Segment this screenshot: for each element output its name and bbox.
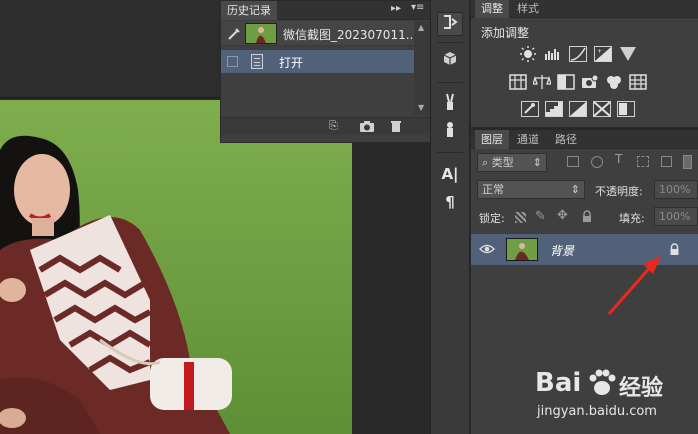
history-step-checkbox[interactable] — [227, 56, 238, 67]
levels-icon[interactable] — [544, 46, 562, 62]
new-document-from-state-icon[interactable]: ⎘ — [329, 119, 343, 133]
filter-smart-object-icon[interactable] — [661, 156, 672, 167]
adjustments-heading: 添加调整 — [481, 26, 530, 40]
document-window-strip — [0, 0, 220, 98]
brush-presets-icon[interactable] — [437, 92, 463, 116]
adjustments-tabbar: 调整 样式 — [471, 0, 698, 18]
color-lookup-icon[interactable] — [629, 74, 647, 90]
watermark-brand: Bai — [535, 368, 582, 398]
annotation-arrow — [607, 256, 661, 315]
history-scrollbar[interactable]: ▲ ▼ — [414, 21, 430, 115]
panel-menu-icon[interactable]: ▾≡ — [411, 2, 427, 17]
gradient-map-icon[interactable] — [593, 101, 611, 117]
document-icon — [251, 54, 263, 69]
curves-icon[interactable] — [569, 46, 587, 62]
photo-canvas[interactable] — [0, 100, 352, 434]
filter-shape-layer-icon[interactable] — [637, 156, 649, 167]
paragraph-panel-icon[interactable]: ¶ — [437, 190, 463, 214]
opacity-input[interactable]: 100% — [654, 180, 698, 199]
camera-icon[interactable] — [359, 119, 375, 133]
threshold-icon[interactable] — [569, 101, 587, 117]
vibrance-icon[interactable] — [619, 46, 637, 62]
tab-channels[interactable]: 通道 — [511, 130, 545, 149]
layer-filter-kind: 类型 — [491, 156, 514, 169]
history-panel-icon[interactable] — [437, 12, 463, 36]
hue-saturation-icon[interactable] — [509, 74, 527, 90]
invert-icon[interactable] — [521, 101, 539, 117]
layers-tabbar: 图层 通道 路径 — [471, 130, 698, 149]
exposure-icon[interactable]: + — [594, 46, 612, 62]
posterize-icon[interactable] — [545, 101, 563, 117]
eye-icon[interactable] — [479, 243, 495, 255]
filter-pixel-layer-icon[interactable] — [567, 156, 579, 167]
channel-mixer-icon[interactable] — [605, 74, 623, 90]
snapshot-label: 微信截图_202307011... — [283, 28, 418, 42]
chevron-updown-icon: ⇕ — [532, 156, 542, 169]
tab-styles[interactable]: 样式 — [511, 0, 545, 18]
layer-filter-select[interactable]: ⌕ 类型 ⇕ — [477, 153, 547, 172]
layer-thumbnail — [506, 238, 538, 261]
history-step-open[interactable]: 打开 — [221, 50, 414, 73]
fill-value: 100% — [659, 210, 691, 223]
watermark-brand-tail: 经验 — [619, 376, 664, 401]
history-footer: ⎘ — [221, 117, 430, 135]
lock-all-icon[interactable] — [581, 210, 593, 223]
svg-text:+: + — [597, 48, 602, 55]
filter-toggle-icon[interactable] — [683, 155, 692, 169]
tab-layers[interactable]: 图层 — [475, 130, 509, 149]
lock-transparent-pixels-icon[interactable] — [515, 212, 526, 223]
layer-name: 背景 — [550, 244, 575, 258]
filter-adjustment-layer-icon[interactable] — [591, 156, 603, 168]
tab-paths[interactable]: 路径 — [549, 130, 583, 149]
clone-source-icon[interactable] — [437, 120, 463, 144]
brightness-contrast-icon[interactable] — [519, 46, 537, 62]
snapshot-thumbnail — [245, 23, 277, 44]
lock-position-icon[interactable]: ✥ — [557, 208, 568, 223]
collapse-panel-icon[interactable]: ▸▸ — [391, 3, 401, 14]
3d-object-icon[interactable] — [437, 50, 463, 74]
history-snapshot-row[interactable]: 微信截图_202307011... — [221, 21, 430, 46]
history-brush-source-icon[interactable] — [227, 27, 241, 41]
opacity-label: 不透明度: — [595, 185, 643, 198]
history-step-label: 打开 — [279, 56, 304, 70]
character-panel-icon[interactable]: A| — [437, 162, 463, 186]
trash-icon[interactable] — [389, 119, 403, 133]
lock-image-pixels-icon[interactable]: ✎ — [535, 209, 546, 224]
tab-adjustments[interactable]: 调整 — [475, 0, 509, 18]
canvas-pasteboard — [352, 98, 430, 434]
paw-icon — [587, 368, 617, 398]
collapsed-panel-dock: A| ¶ — [430, 0, 470, 434]
chevron-updown-icon: ⇕ — [570, 183, 580, 196]
search-icon: ⌕ — [482, 156, 492, 169]
baidu-jingyan-watermark: Bai 经验 jingyan.baidu.com — [535, 362, 695, 432]
history-panel: 历史记录 ▸▸ ▾≡ 微信截图_202307011... 打开 ▲ ▼ ⎘ — [220, 0, 431, 143]
watermark-url: jingyan.baidu.com — [537, 404, 657, 419]
opacity-value: 100% — [659, 183, 691, 196]
fill-label: 填充: — [619, 212, 645, 225]
color-balance-icon[interactable] — [532, 74, 552, 90]
photo-filter-icon[interactable] — [581, 74, 599, 90]
tab-history[interactable]: 历史记录 — [221, 1, 277, 20]
history-tabbar: 历史记录 ▸▸ ▾≡ — [221, 1, 430, 20]
layer-lock-icon — [669, 243, 680, 256]
filter-type-layer-icon[interactable]: T — [615, 152, 622, 166]
blend-mode-value: 正常 — [482, 183, 504, 196]
blend-mode-select[interactable]: 正常 ⇕ — [477, 180, 585, 199]
lock-label: 锁定: — [479, 212, 505, 225]
fill-input[interactable]: 100% — [654, 207, 698, 226]
adjustments-panel: 调整 样式 添加调整 + — [471, 0, 698, 128]
black-white-icon[interactable] — [557, 74, 575, 90]
selective-color-icon[interactable] — [617, 101, 635, 117]
